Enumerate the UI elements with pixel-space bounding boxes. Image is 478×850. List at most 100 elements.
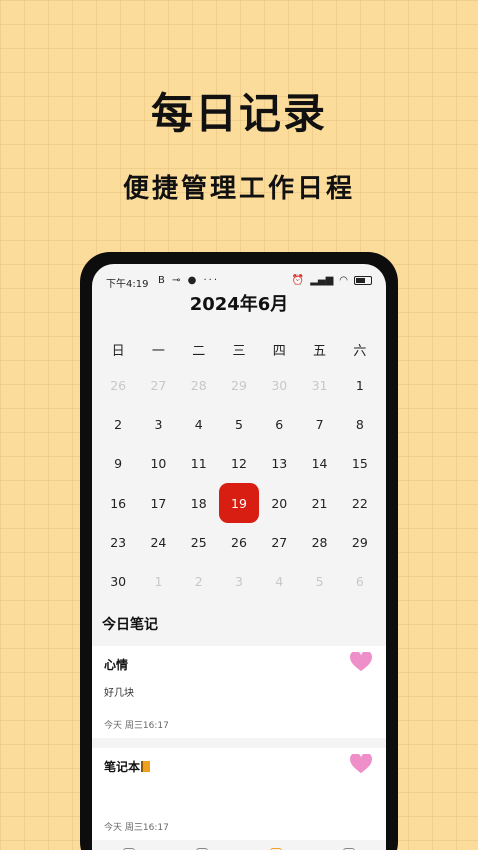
- day-number: 3: [235, 574, 243, 590]
- day-cell[interactable]: 28: [179, 366, 219, 405]
- day-cell-selected[interactable]: 19: [218, 483, 259, 524]
- day-cell[interactable]: 27: [138, 366, 178, 405]
- day-cell[interactable]: 3: [219, 562, 259, 601]
- day-cell[interactable]: 30: [98, 562, 138, 601]
- day-number: 26: [231, 534, 247, 550]
- day-number: 6: [275, 417, 284, 433]
- weekday-label: 六: [353, 344, 367, 359]
- day-cell[interactable]: 10: [138, 444, 178, 483]
- day-number: 13: [271, 456, 288, 472]
- day-cell[interactable]: 24: [138, 523, 178, 562]
- weekday-header: 日一二三四五六: [98, 340, 380, 359]
- note-title: 心情: [104, 658, 129, 672]
- day-cell[interactable]: 29: [340, 523, 380, 562]
- day-number: 30: [271, 378, 288, 394]
- note-card-mood[interactable]: 心情 好几块 今天 周三16:17: [92, 646, 386, 738]
- day-cell[interactable]: 31: [299, 366, 339, 405]
- day-number: 30: [110, 574, 127, 590]
- day-number: 11: [190, 456, 207, 472]
- day-number: 23: [110, 534, 127, 550]
- note-body: 好几块: [104, 688, 134, 699]
- day-cell[interactable]: 26: [219, 523, 259, 562]
- weekday-label: 一: [151, 344, 165, 359]
- day-cell[interactable]: 6: [340, 562, 380, 601]
- day-number: 2: [114, 417, 123, 433]
- day-number: 22: [351, 495, 368, 511]
- day-cell[interactable]: 3: [138, 405, 178, 444]
- day-number: 3: [154, 417, 163, 433]
- day-cell[interactable]: 17: [138, 484, 178, 523]
- day-number: 8: [355, 417, 364, 433]
- note-title-text: 笔记本: [104, 760, 141, 774]
- today-notes-title: 今日笔记: [102, 617, 158, 633]
- day-cell[interactable]: 21: [299, 484, 339, 523]
- note-date: 今天 周三16:17: [104, 823, 169, 833]
- day-number: 2: [194, 574, 203, 590]
- day-cell[interactable]: 25: [179, 523, 219, 562]
- weekday-label: 四: [272, 344, 286, 359]
- notebook-icon: [141, 761, 151, 772]
- day-cell[interactable]: 20: [259, 484, 299, 523]
- day-number: 21: [311, 495, 328, 511]
- day-cell[interactable]: 26: [98, 366, 138, 405]
- month-title[interactable]: 2024年6月: [92, 290, 386, 316]
- day-number: 28: [190, 378, 207, 394]
- day-cell[interactable]: 8: [340, 405, 380, 444]
- day-cell[interactable]: 14: [299, 444, 339, 483]
- day-cell[interactable]: 15: [340, 444, 380, 483]
- note-card-notebook[interactable]: 笔记本 今天 周三16:17: [92, 748, 386, 840]
- day-cell[interactable]: 23: [98, 523, 138, 562]
- promo-title: 每日记录: [150, 89, 327, 138]
- day-cell[interactable]: 1: [138, 562, 178, 601]
- day-number: 16: [110, 495, 127, 511]
- weekday-label: 五: [313, 344, 327, 359]
- day-cell[interactable]: 5: [219, 405, 259, 444]
- day-cell[interactable]: 4: [259, 562, 299, 601]
- day-cell[interactable]: 28: [299, 523, 339, 562]
- day-cell[interactable]: 18: [179, 484, 219, 523]
- heart-icon[interactable]: [350, 754, 372, 774]
- heart-icon[interactable]: [350, 652, 372, 672]
- day-cell[interactable]: 11: [179, 444, 219, 483]
- day-number: 5: [235, 417, 243, 433]
- day-cell[interactable]: 6: [259, 405, 299, 444]
- phone-screen: 下午4:19 B ⊸ ● ··· ⏰ ▂▄▆ ◠ 2024年6月 日 一 二 三 四 五 六…: [92, 264, 386, 850]
- day-cell[interactable]: 9: [98, 444, 138, 483]
- day-number: 26: [110, 378, 127, 394]
- day-number: 14: [311, 456, 328, 472]
- day-cell[interactable]: 2: [98, 405, 138, 444]
- day-number: 18: [190, 495, 207, 511]
- day-cell[interactable]: 27: [259, 523, 299, 562]
- day-cell[interactable]: 5: [299, 562, 339, 601]
- day-number: 29: [351, 534, 368, 550]
- status-time: 下午4:19: [106, 279, 149, 290]
- note-title: 笔记本: [104, 758, 151, 775]
- status-right-icons: ⏰ ▂▄▆ ◠: [292, 275, 372, 286]
- day-number: 15: [351, 456, 368, 472]
- day-number: 4: [194, 417, 203, 433]
- weekday-label: 三: [232, 344, 246, 359]
- day-cell[interactable]: 4: [179, 405, 219, 444]
- calendar-grid: 26 27 28 29 30 31 1 2 3 4 5 6 7 8 9 10 11 12 13 14 15 16 17 18 1…: [98, 366, 380, 601]
- day-number: 1: [355, 378, 364, 394]
- day-number: 9: [114, 456, 123, 472]
- day-number: 17: [150, 495, 167, 511]
- signal-icon: ▂▄▆: [310, 275, 334, 286]
- day-number: 4: [275, 574, 284, 590]
- day-number: 27: [150, 378, 167, 394]
- wifi-icon: ◠: [339, 275, 348, 286]
- day-number: 19: [218, 483, 259, 524]
- day-cell[interactable]: 13: [259, 444, 299, 483]
- weekday-label: 日: [111, 344, 125, 359]
- day-cell[interactable]: 1: [340, 366, 380, 405]
- day-cell[interactable]: 7: [299, 405, 339, 444]
- day-cell[interactable]: 16: [98, 484, 138, 523]
- day-cell[interactable]: 12: [219, 444, 259, 483]
- day-cell[interactable]: 22: [340, 484, 380, 523]
- day-number: 20: [271, 495, 288, 511]
- day-cell[interactable]: 29: [219, 366, 259, 405]
- day-cell[interactable]: 2: [179, 562, 219, 601]
- day-number: 7: [315, 417, 324, 433]
- day-number: 28: [311, 534, 328, 550]
- day-cell[interactable]: 30: [259, 366, 299, 405]
